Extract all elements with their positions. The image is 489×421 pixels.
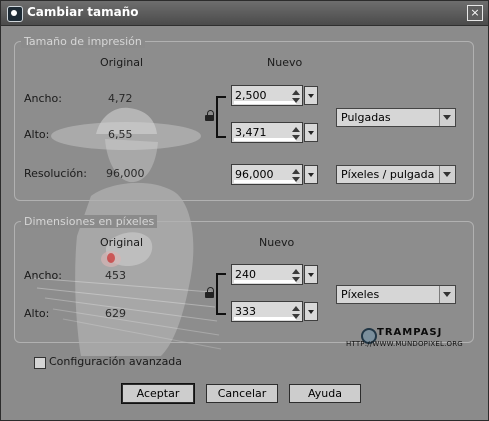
pixel-original-header: Original (100, 236, 144, 249)
print-resolution-dropdown-button[interactable] (304, 165, 318, 184)
resolution-units-select[interactable]: Píxeles / pulgada (336, 165, 456, 184)
pixel-width-stepper-icon[interactable] (291, 266, 301, 283)
print-resolution-stepper-icon[interactable] (291, 166, 301, 183)
lock-icon[interactable] (205, 287, 214, 298)
advanced-settings-label[interactable]: Configuración avanzada (49, 355, 182, 368)
pixel-width-label: Ancho: (24, 269, 62, 282)
close-button[interactable]: × (467, 5, 483, 21)
print-resolution-slider[interactable] (234, 180, 296, 183)
chevron-down-icon[interactable] (439, 166, 455, 183)
print-width-label: Ancho: (24, 92, 62, 105)
pixel-height-stepper-icon[interactable] (291, 303, 301, 320)
pixel-height-dropdown-button[interactable] (304, 302, 318, 321)
resize-dialog: Cambiar tamaño × Tamaño de impresión Ori… (0, 0, 489, 421)
title-bar: Cambiar tamaño × (1, 1, 488, 26)
window-title: Cambiar tamaño (27, 5, 139, 19)
print-resolution-original: 96,000 (106, 167, 145, 180)
pixel-height-slider[interactable] (234, 317, 296, 320)
advanced-settings-checkbox[interactable] (34, 357, 46, 369)
pixel-width-original: 453 (105, 269, 126, 282)
pixel-width-slider[interactable] (234, 280, 296, 283)
pixel-height-original: 629 (105, 307, 126, 320)
pixel-units-select[interactable]: Píxeles (336, 285, 456, 304)
print-width-stepper-icon[interactable] (291, 87, 301, 104)
print-units-value: Pulgadas (341, 111, 391, 124)
watermark-name: TRAMPASJ (377, 327, 443, 338)
pixel-units-value: Píxeles (341, 288, 380, 301)
lock-icon[interactable] (205, 110, 214, 121)
accept-button[interactable]: Aceptar (121, 383, 195, 404)
watermark-url: HTTP://WWW.MUNDOPIXEL.ORG (346, 340, 463, 348)
pixel-height-input[interactable]: 333 (231, 301, 303, 322)
print-height-original: 6,55 (108, 128, 133, 141)
print-width-input[interactable]: 2,500 (231, 85, 303, 106)
print-width-slider[interactable] (234, 101, 296, 104)
print-resolution-input[interactable]: 96,000 (231, 164, 303, 185)
print-width-dropdown-button[interactable] (304, 86, 318, 105)
print-resolution-label: Resolución: (24, 167, 87, 180)
resolution-units-value: Píxeles / pulgada (341, 168, 435, 181)
print-height-label: Alto: (24, 128, 50, 141)
pixel-new-header: Nuevo (259, 236, 295, 249)
print-height-dropdown-button[interactable] (304, 123, 318, 142)
pixel-width-input[interactable]: 240 (231, 264, 303, 285)
print-link-bracket (216, 96, 226, 138)
watermark: TRAMPASJ HTTP://WWW.MUNDOPIXEL.ORG (346, 327, 463, 351)
app-icon (7, 6, 23, 22)
cancel-button[interactable]: Cancelar (206, 384, 278, 403)
print-units-select[interactable]: Pulgadas (336, 108, 456, 127)
print-height-slider[interactable] (234, 138, 296, 141)
pixel-link-bracket (216, 273, 226, 315)
chevron-down-icon[interactable] (439, 286, 455, 303)
print-height-input[interactable]: 3,471 (231, 122, 303, 143)
print-size-legend: Tamaño de impresión (21, 35, 145, 48)
pixel-dimensions-legend: Dimensiones en píxeles (21, 215, 158, 228)
pixel-height-label: Alto: (24, 307, 50, 320)
chevron-down-icon[interactable] (439, 109, 455, 126)
print-width-original: 4,72 (108, 92, 133, 105)
print-height-stepper-icon[interactable] (291, 124, 301, 141)
help-button[interactable]: Ayuda (289, 384, 361, 403)
pixel-width-dropdown-button[interactable] (304, 265, 318, 284)
print-new-header: Nuevo (267, 56, 303, 69)
print-original-header: Original (100, 56, 144, 69)
